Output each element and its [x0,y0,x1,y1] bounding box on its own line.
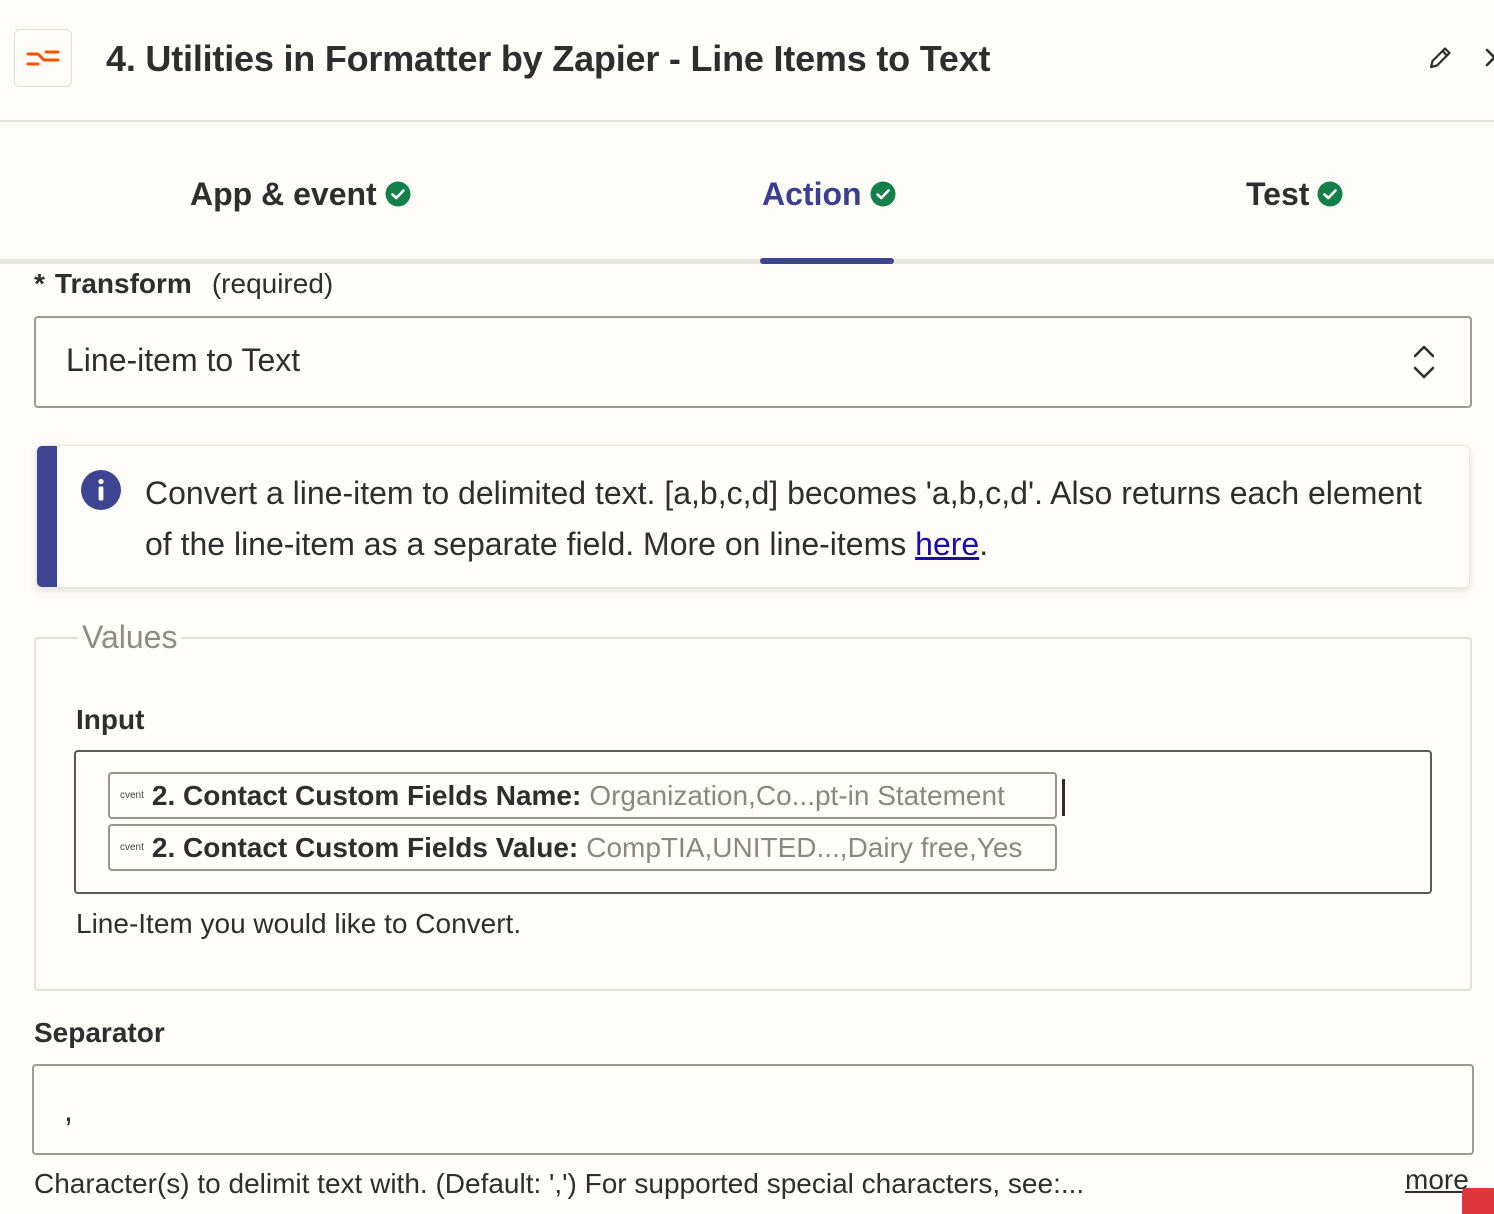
pill-field-value: Organization,Co...pt-in Statement [589,779,1005,811]
values-legend: Values [78,619,182,656]
transform-select-value: Line-item to Text [66,342,301,378]
step-tabs: App & event Action Test [0,122,1494,264]
transform-label-text: Transform [54,268,192,299]
pill-field-name: 2. Contact Custom Fields Name: [151,779,582,811]
cvent-logo: cvent [120,842,144,853]
input-label: Input [76,704,145,735]
more-link[interactable]: more [1405,1164,1469,1196]
pill-field-value: CompTIA,UNITED...,Dairy free,Yes [586,831,1023,863]
check-circle-icon [1317,181,1343,207]
tab-label: App & event [190,175,377,212]
zap-step-panel: 4. Utilities in Formatter by Zapier - Li… [0,0,1494,1214]
tab-app-event[interactable]: App & event [190,174,411,214]
check-circle-icon [870,181,896,207]
input-help-text: Line-Item you would like to Convert. [76,908,522,939]
close-button[interactable] [1478,42,1494,74]
tab-label: Test [1246,175,1310,212]
chevron-up-down-icon [1413,345,1435,379]
tab-label: Action [762,175,862,212]
separator-help-text: Character(s) to delimit text with. (Defa… [34,1168,1085,1199]
info-body: Convert a line-item to delimited text. [… [145,475,1422,562]
text-cursor [1062,779,1065,816]
required-marker: * [34,268,45,299]
info-text: Convert a line-item to delimited text. [… [145,468,1445,570]
close-icon [1485,48,1494,67]
info-trailing: . [979,526,989,562]
check-circle-icon [385,181,411,207]
transform-label: * Transform (required) [34,268,333,300]
tab-action[interactable]: Action [762,174,896,214]
info-accent-bar [37,446,57,587]
active-tab-indicator [760,258,894,264]
separator-label: Separator [34,1017,165,1048]
step-header: 4. Utilities in Formatter by Zapier - Li… [0,0,1494,122]
separator-input[interactable]: , [32,1064,1474,1155]
separator-value: , [64,1092,73,1128]
pencil-icon [1429,47,1451,69]
info-callout: Convert a line-item to delimited text. [… [36,445,1470,588]
mapped-field-pill[interactable]: cvent 2. Contact Custom Fields Name: Org… [108,772,1057,819]
transform-select[interactable]: Line-item to Text [34,316,1472,408]
edit-title-button[interactable] [1424,42,1456,74]
notification-badge[interactable] [1462,1188,1494,1214]
required-hint: (required) [211,268,334,299]
cvent-logo: cvent [120,790,144,801]
tab-test[interactable]: Test [1246,174,1343,214]
line-items-help-link[interactable]: here [915,526,979,562]
info-icon [81,470,121,510]
formatter-icon [14,29,72,87]
mapped-field-pill[interactable]: cvent 2. Contact Custom Fields Value: Co… [108,824,1057,871]
pill-field-name: 2. Contact Custom Fields Value: [151,831,579,863]
step-title: 4. Utilities in Formatter by Zapier - Li… [106,38,991,79]
